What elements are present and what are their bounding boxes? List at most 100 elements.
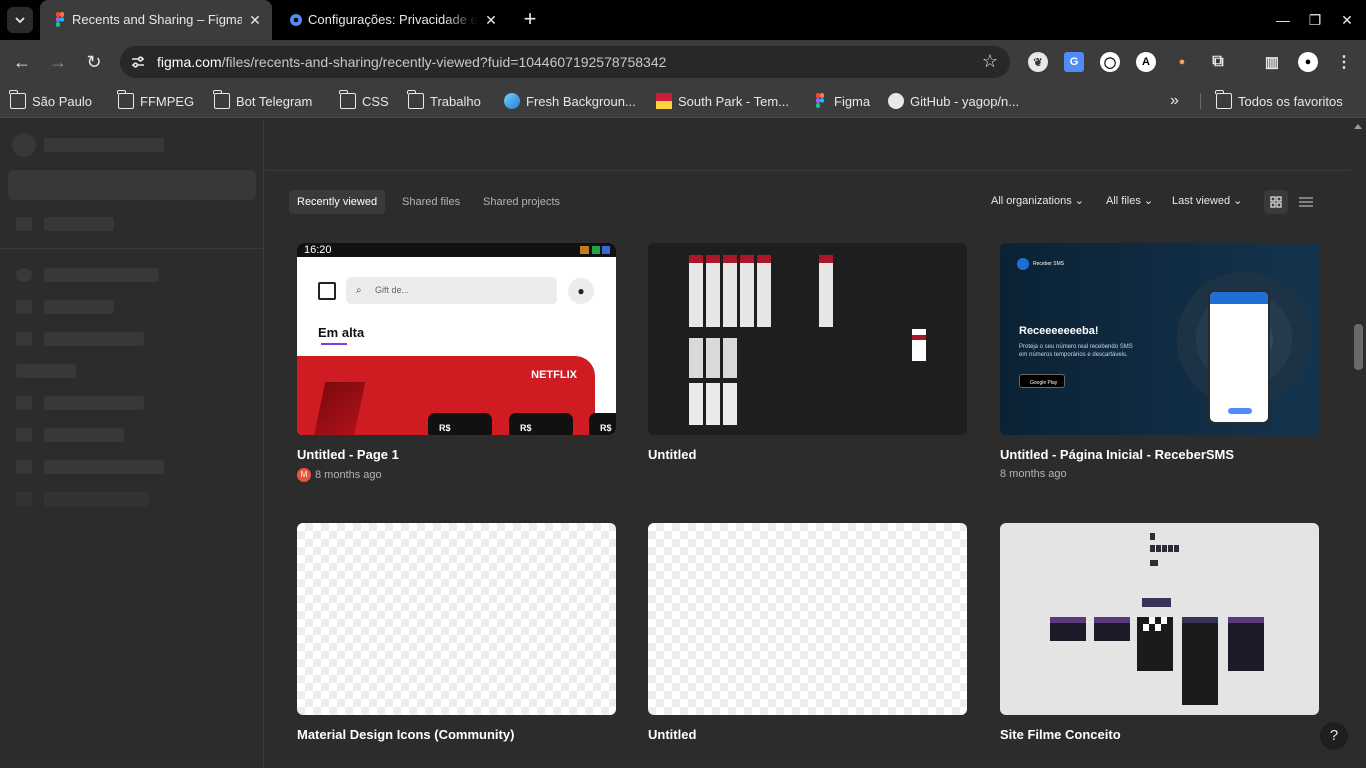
files-filter-dropdown[interactable]: All files ⌄ bbox=[1106, 194, 1153, 207]
list-view-button[interactable] bbox=[1294, 190, 1318, 214]
file-thumbnail[interactable] bbox=[1000, 523, 1319, 715]
file-meta: 8 months ago bbox=[1000, 468, 1320, 480]
frame-single bbox=[819, 255, 833, 327]
site-info-icon[interactable] bbox=[130, 54, 146, 70]
file-edited-time: 8 months ago bbox=[315, 469, 382, 481]
file-card[interactable]: Material Design Icons (Community) bbox=[297, 523, 617, 742]
restore-icon[interactable]: ❐ bbox=[1305, 10, 1325, 30]
extension-a-icon[interactable]: A bbox=[1136, 52, 1156, 72]
close-icon[interactable]: ✕ bbox=[246, 11, 264, 29]
bookmark-folder[interactable]: São Paulo bbox=[9, 90, 92, 110]
back-button[interactable]: ← bbox=[10, 50, 34, 74]
reload-button[interactable]: ↻ bbox=[82, 50, 106, 74]
bookmark-label: FFMPEG bbox=[140, 93, 195, 109]
file-thumbnail[interactable] bbox=[648, 523, 967, 715]
file-thumbnail[interactable] bbox=[297, 523, 616, 715]
bookmark-folder[interactable]: CSS bbox=[339, 90, 389, 110]
scrollbar-thumb[interactable] bbox=[1354, 324, 1363, 370]
new-tab-button[interactable]: + bbox=[519, 8, 541, 31]
tab-figma[interactable]: Recents and Sharing – Figma ✕ bbox=[40, 0, 272, 40]
grid-icon bbox=[1270, 196, 1282, 208]
bookmark-link[interactable]: GitHub - yagop/n... bbox=[888, 92, 1019, 110]
tab-title: Recents and Sharing – Figma bbox=[72, 12, 242, 27]
phone-mockup bbox=[1208, 290, 1270, 424]
file-title: Untitled bbox=[648, 727, 697, 742]
frame-card bbox=[1094, 617, 1130, 641]
file-thumbnail[interactable] bbox=[648, 243, 967, 435]
bookmark-folder[interactable]: Bot Telegram bbox=[213, 90, 312, 110]
gear-icon bbox=[290, 14, 302, 26]
tab-shared-projects[interactable]: Shared projects bbox=[475, 190, 568, 214]
frame-header bbox=[819, 255, 833, 263]
all-bookmarks-folder[interactable]: Todos os favoritos bbox=[1215, 90, 1343, 110]
bookmark-link[interactable]: South Park - Tem... bbox=[656, 92, 789, 110]
frame-tiny bbox=[1150, 560, 1158, 566]
file-title: Untitled - Page 1 bbox=[297, 447, 399, 462]
profile-avatar[interactable]: ● bbox=[1298, 52, 1318, 72]
bookmark-folder[interactable]: FFMPEG bbox=[117, 90, 195, 110]
status-icons bbox=[580, 246, 610, 254]
minimize-icon[interactable]: — bbox=[1273, 10, 1293, 30]
file-card[interactable]: 16:20 ⌕ Gift de... ● Em alta NETFLIX R$ … bbox=[297, 243, 617, 482]
file-card[interactable]: Untitled bbox=[648, 243, 968, 462]
forward-button[interactable]: → bbox=[46, 50, 70, 74]
file-meta: M 8 months ago bbox=[297, 468, 617, 482]
file-thumbnail[interactable]: 16:20 ⌕ Gift de... ● Em alta NETFLIX R$ … bbox=[297, 243, 616, 435]
phone-header bbox=[1210, 292, 1268, 304]
extension-ring-icon[interactable]: ◯ bbox=[1100, 52, 1120, 72]
bookmark-star-icon[interactable]: ☆ bbox=[982, 51, 998, 72]
extensions-puzzle-icon[interactable]: ⧉ bbox=[1208, 52, 1228, 72]
menu-kebab-icon[interactable]: ⋮ bbox=[1334, 52, 1354, 72]
folder-icon bbox=[117, 90, 134, 109]
side-panel-icon[interactable]: ▥ bbox=[1262, 52, 1282, 72]
chevron-down-icon: ⌄ bbox=[1074, 195, 1084, 207]
file-card[interactable]: Receber SMS Receeeeeeeba! Proteja o seu … bbox=[1000, 243, 1320, 480]
translate-icon[interactable]: G bbox=[1064, 52, 1084, 72]
header-divider bbox=[265, 170, 1351, 171]
bookmark-link[interactable]: Fresh Backgroun... bbox=[504, 92, 636, 110]
chevron-down-icon: ⌄ bbox=[1233, 195, 1243, 207]
file-card[interactable]: Site Filme Conceito bbox=[1000, 523, 1320, 742]
help-button[interactable]: ? bbox=[1320, 722, 1348, 750]
folder-icon bbox=[339, 90, 356, 109]
browser-toolbar: ← → ↻ figma.com/files/recents-and-sharin… bbox=[0, 40, 1366, 84]
file-browser: Recently viewed Shared files Shared proj… bbox=[265, 120, 1351, 768]
extension-drop-icon[interactable]: ● bbox=[1172, 52, 1192, 72]
more-bookmarks-icon[interactable]: » bbox=[1170, 92, 1179, 110]
frame-card bbox=[1228, 617, 1264, 671]
skeleton-icon bbox=[16, 332, 32, 346]
search-placeholder: Gift de... bbox=[375, 285, 410, 295]
file-title: Untitled - Página Inicial - ReceberSMS bbox=[1000, 447, 1235, 462]
sidebar-skeleton bbox=[0, 120, 264, 768]
skeleton-icon bbox=[16, 217, 32, 231]
tab-recently-viewed[interactable]: Recently viewed bbox=[289, 190, 386, 214]
sidebar-divider bbox=[0, 248, 264, 249]
tab-shared-files[interactable]: Shared files bbox=[394, 190, 468, 214]
file-card[interactable]: Untitled bbox=[648, 523, 968, 742]
grid-view-button[interactable] bbox=[1264, 190, 1288, 214]
figma-icon bbox=[816, 93, 825, 108]
tab-search-button[interactable] bbox=[7, 7, 33, 33]
file-thumbnail[interactable]: Receber SMS Receeeeeeeba! Proteja o seu … bbox=[1000, 243, 1319, 435]
skeleton-line bbox=[44, 460, 164, 474]
org-filter-dropdown[interactable]: All organizations ⌄ bbox=[991, 194, 1084, 207]
bookmark-label: Figma bbox=[834, 93, 871, 109]
window-close-icon[interactable]: ✕ bbox=[1337, 10, 1357, 30]
close-icon[interactable]: ✕ bbox=[482, 11, 500, 29]
google-play-badge: Google Play bbox=[1019, 374, 1065, 388]
bookmarks-bar: São Paulo FFMPEG Bot Telegram CSS Trabal… bbox=[0, 84, 1366, 118]
bookmark-link[interactable]: Figma bbox=[812, 92, 870, 110]
extension-leaf-icon[interactable]: ❦ bbox=[1028, 52, 1048, 72]
recebersms-logo: Receber SMS bbox=[1017, 258, 1064, 270]
address-bar[interactable]: figma.com/files/recents-and-sharing/rece… bbox=[120, 46, 1010, 78]
scroll-up-arrow-icon[interactable] bbox=[1354, 124, 1362, 129]
bookmark-label: Fresh Backgroun... bbox=[526, 93, 636, 109]
skeleton-line bbox=[44, 268, 159, 282]
skeleton-icon bbox=[16, 300, 32, 314]
frame-banner bbox=[1142, 598, 1171, 607]
avatar: M bbox=[297, 468, 311, 482]
page-scrollbar[interactable] bbox=[1351, 120, 1366, 768]
sort-dropdown[interactable]: Last viewed ⌄ bbox=[1172, 194, 1242, 207]
bookmark-folder[interactable]: Trabalho bbox=[407, 90, 481, 110]
tab-settings[interactable]: Configurações: Privacidade e segurança ✕ bbox=[276, 0, 508, 40]
